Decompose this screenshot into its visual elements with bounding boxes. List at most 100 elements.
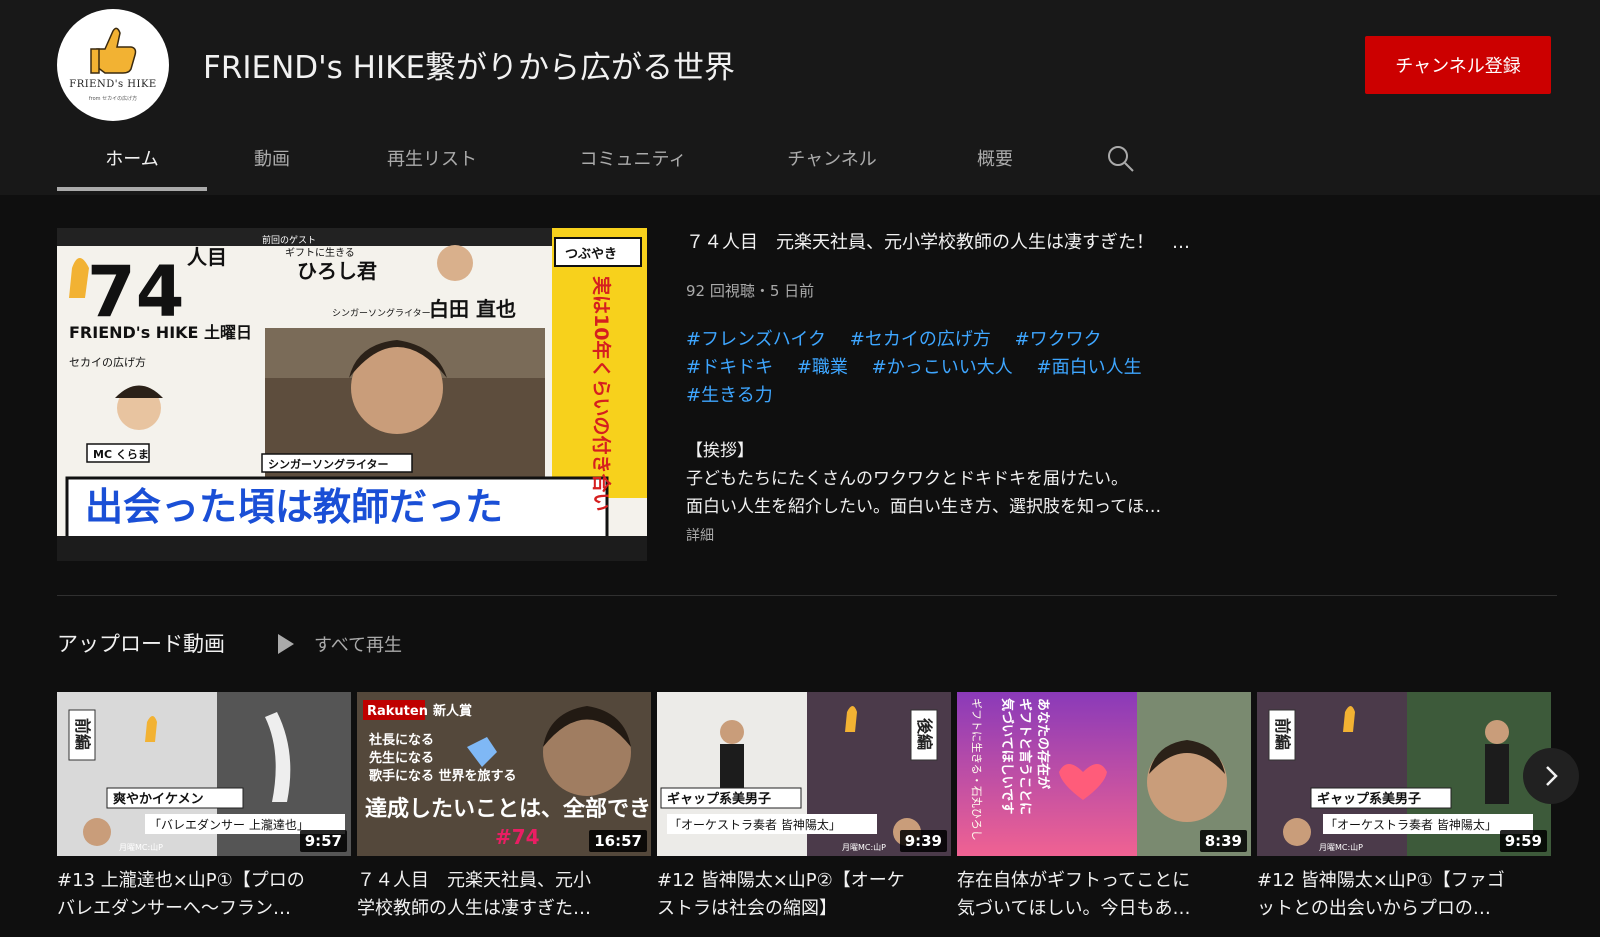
thumb-host: 月曜MC:山P: [119, 842, 163, 852]
tab-label: 再生リスト: [387, 149, 477, 170]
thumb-side-label: つぶやき: [565, 247, 617, 262]
thumb-side: ギフトに生きる・石丸ひろし: [970, 698, 984, 841]
video-title[interactable]: #12 皆神陽太×山P②【オーケ ストラは社会の縮図】: [657, 867, 951, 923]
tab-channels[interactable]: チャンネル: [776, 135, 888, 193]
tab-active-indicator: [57, 187, 207, 191]
video-title-line: バレエダンサーへ〜フラン…: [57, 898, 291, 919]
featured-video-thumbnail[interactable]: 74 人目 FRIEND's HIKE 土曜日 前回のゲスト ギフトに生きる ひ…: [57, 228, 647, 561]
thumb-caption: 達成したいことは、全部できた: [365, 796, 651, 822]
thumb-host: 月曜MC:山P: [842, 842, 886, 852]
video-thumbnail[interactable]: 前編 ギャップ系美男子 「オーケストラ奏者 皆神陽太」 月曜MC:山P 9:59: [1257, 692, 1551, 856]
video-title-line: #13 上瀧達也×山P①【プロの: [57, 870, 305, 891]
video-duration: 9:39: [899, 830, 947, 852]
search-icon[interactable]: [1106, 144, 1136, 174]
featured-video-description: 【挨拶】 子どもたちにたくさんのワクワクとドキドキを届けたい。 面白い人生を紹介…: [686, 437, 1246, 521]
thumb-line: ギフトと言うことに: [1017, 698, 1033, 815]
thumb-unit: 人目: [187, 245, 227, 269]
tab-home[interactable]: ホーム: [57, 135, 207, 193]
thumb-number: 74: [87, 251, 184, 333]
hashtag-link[interactable]: #かっこいい大人: [872, 357, 1013, 378]
video-duration: 8:39: [1199, 830, 1247, 852]
video-thumbnail[interactable]: 後編 ギャップ系美男子 「オーケストラ奏者 皆神陽太」 月曜MC:山P 9:39: [657, 692, 951, 856]
video-title[interactable]: #13 上瀧達也×山P①【プロの バレエダンサーへ〜フラン…: [57, 867, 351, 923]
thumb-caption: 「オーケストラ奏者 皆神陽太」: [1325, 817, 1497, 832]
video-card[interactable]: 後編 ギャップ系美男子 「オーケストラ奏者 皆神陽太」 月曜MC:山P 9:39…: [657, 692, 951, 923]
thumb-number: #74: [495, 825, 540, 849]
logo-text: FRIEND's HIKE: [69, 79, 157, 90]
hashtag-link[interactable]: #ワクワク: [1015, 329, 1102, 350]
thumb-brand: FRIEND's HIKE 土曜日: [69, 323, 252, 342]
hashtag-link[interactable]: #面白い人生: [1036, 357, 1141, 378]
section-divider: [57, 595, 1557, 596]
thumb-sub: 新人賞: [433, 703, 472, 719]
tab-playlists[interactable]: 再生リスト: [370, 135, 494, 193]
channel-title: FRIEND's HIKE繋がりから広がる世界: [203, 50, 736, 86]
thumb-host: 月曜MC:山P: [1319, 842, 1363, 852]
video-card[interactable]: Rakuten 新人賞 社長になる 先生になる 歌手になる 世界を旅する 達成し…: [357, 692, 651, 923]
description-line: 子どもたちにたくさんのワクワクとドキドキを届けたい。: [686, 469, 1128, 489]
video-title-line: 存在自体がギフトってことに: [957, 870, 1191, 891]
play-icon: [278, 634, 294, 654]
video-duration: 16:57: [589, 830, 647, 852]
thumb-mc-label: MC くらま: [93, 448, 149, 461]
channel-header: FRIEND's HIKE from セカイの広げ方 FRIEND's HIKE…: [0, 0, 1600, 195]
video-card[interactable]: あなたの存在が ギフトと言うことに 気づいてほしいです ギフトに生きる・石丸ひろ…: [957, 692, 1251, 923]
featured-thumbnail-art: 74 人目 FRIEND's HIKE 土曜日 前回のゲスト ギフトに生きる ひ…: [57, 228, 647, 561]
video-title[interactable]: ７４人目 元楽天社員、元小 学校教師の人生は凄すぎた…: [357, 867, 651, 923]
hashtag-link[interactable]: #職業: [797, 357, 848, 378]
tab-label: コミュニティ: [579, 149, 687, 170]
details-link[interactable]: 詳細: [686, 525, 714, 545]
thumb-line: 気づいてほしいです: [999, 698, 1015, 814]
hashtag-link[interactable]: #セカイの広げ方: [850, 329, 991, 350]
thumb-line: あなたの存在が: [1035, 698, 1051, 789]
uploads-section-title[interactable]: アップロード動画: [57, 628, 225, 658]
hashtag-list: #フレンズハイク #セカイの広げ方 #ワクワク #ドキドキ #職業 #かっこいい…: [686, 326, 1246, 410]
channel-avatar[interactable]: FRIEND's HIKE from セカイの広げ方: [57, 9, 169, 121]
thumb-line: 社長になる: [368, 732, 434, 748]
subscribe-button[interactable]: チャンネル登録: [1365, 36, 1551, 94]
video-thumbnail[interactable]: 前編 爽やかイケメン 「バレエダンサー 上瀧達也」 月曜MC:山P 9:57: [57, 692, 351, 856]
video-duration: 9:57: [299, 830, 347, 852]
video-card[interactable]: 前編 爽やかイケメン 「バレエダンサー 上瀧達也」 月曜MC:山P 9:57 #…: [57, 692, 351, 923]
thumb-sub: ギャップ系美男子: [667, 791, 771, 807]
video-title[interactable]: #12 皆神陽太×山P①【ファゴ ットとの出会いからプロの…: [1257, 867, 1551, 923]
hashtag-link[interactable]: #ドキドキ: [686, 357, 773, 378]
video-thumbnail[interactable]: あなたの存在が ギフトと言うことに 気づいてほしいです ギフトに生きる・石丸ひろ…: [957, 692, 1251, 856]
video-title-line: 学校教師の人生は凄すぎた…: [357, 898, 591, 919]
thumb-world: セカイの広げ方: [69, 355, 146, 369]
tab-videos[interactable]: 動画: [222, 135, 322, 193]
thumb-tag: 後編: [915, 718, 934, 750]
video-duration: 9:59: [1499, 830, 1547, 852]
video-thumbnail[interactable]: Rakuten 新人賞 社長になる 先生になる 歌手になる 世界を旅する 達成し…: [357, 692, 651, 856]
play-all-button[interactable]: すべて再生: [276, 630, 402, 658]
thumb-tag: 前編: [1273, 718, 1292, 750]
thumb-sub: 爽やかイケメン: [113, 791, 204, 807]
thumb-side-text: 実は10年くらいの付き合い: [590, 276, 613, 511]
video-title-line: #12 皆神陽太×山P①【ファゴ: [1257, 870, 1505, 891]
video-card[interactable]: 前編 ギャップ系美男子 「オーケストラ奏者 皆神陽太」 月曜MC:山P 9:59…: [1257, 692, 1551, 923]
hashtag-link[interactable]: #フレンズハイク: [686, 329, 826, 350]
carousel-next-button[interactable]: [1523, 748, 1579, 804]
play-all-label: すべて再生: [314, 635, 403, 656]
video-title[interactable]: 存在自体がギフトってことに 気づいてほしい。今日もあ…: [957, 867, 1251, 923]
video-title-line: ットとの出会いからプロの…: [1257, 898, 1491, 919]
tab-about[interactable]: 概要: [960, 135, 1030, 193]
tab-label: チャンネル: [787, 149, 877, 170]
thumb-tag: 前編: [73, 718, 92, 750]
thumb-caption: 「バレエダンサー 上瀧達也」: [149, 817, 309, 832]
thumb-role-tag: シンガーソングライター: [268, 457, 389, 471]
thumb-guest-role: シンガーソングライター: [332, 307, 431, 319]
tab-label: 動画: [254, 149, 290, 170]
tab-label: ホーム: [105, 149, 159, 170]
chevron-right-icon: [1546, 766, 1558, 786]
hashtag-link[interactable]: #生きる力: [686, 385, 773, 406]
thumb-sub: ギャップ系美男子: [1317, 791, 1421, 807]
tab-label: 概要: [977, 149, 1013, 170]
featured-video-title[interactable]: ７４人目 元楽天社員、元小学校教師の人生は凄すぎた！ …: [686, 228, 1190, 254]
tab-community[interactable]: コミュニティ: [568, 135, 698, 193]
thumb-prev-guest-caption: ギフトに生きる: [285, 246, 355, 259]
logo-subtext: from セカイの広げ方: [88, 96, 138, 102]
thumbs-up-icon: [90, 27, 137, 74]
thumb-prev-guest-name: ひろし君: [297, 259, 377, 283]
description-line: 面白い人生を紹介したい。面白い生き方、選択肢を知ってほ…: [686, 497, 1162, 517]
